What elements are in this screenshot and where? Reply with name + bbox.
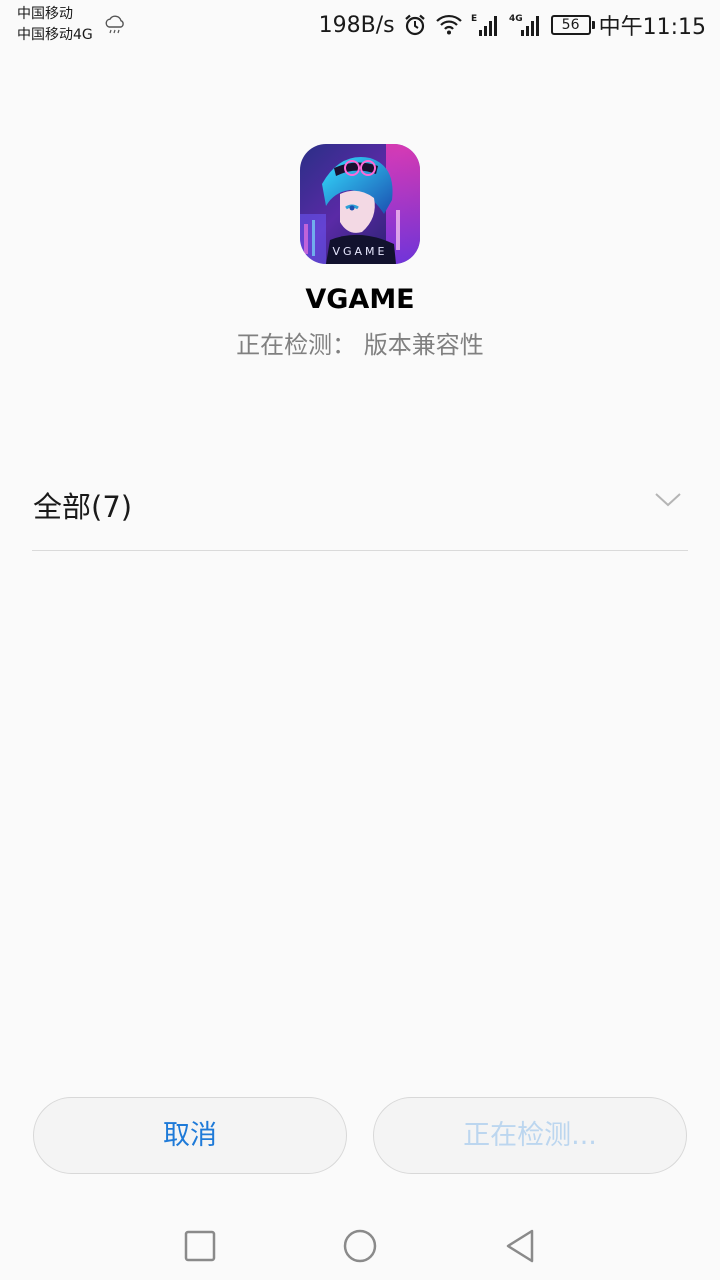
detecting-button[interactable]: 正在检测... (373, 1097, 687, 1174)
carrier-secondary: 中国移动4G (17, 27, 93, 43)
svg-text:VGAME: VGAME (332, 245, 387, 258)
wifi-icon (435, 14, 462, 35)
install-check-screen: 中国移动 中国移动4G 198B/s E 4G 56 中午11:15 VGAME… (0, 0, 720, 1280)
all-items-label: 全部(7) (33, 490, 133, 524)
signal-4g-icon: 4G (509, 14, 539, 36)
circle-home-icon[interactable] (340, 1226, 380, 1266)
battery-level: 56 (561, 17, 580, 33)
status-time: 中午11:15 (598, 15, 706, 40)
status-right-group: 198B/s E 4G 56 中午11:15 (319, 9, 706, 41)
detection-status-text: 正在检测： 版本兼容性 (236, 331, 484, 359)
carrier-primary: 中国移动 (17, 6, 73, 22)
svg-text:4G: 4G (509, 14, 523, 24)
triangle-back-icon[interactable] (500, 1226, 540, 1266)
signal-strength-icon: E (471, 14, 497, 36)
navigation-bar (0, 1210, 720, 1280)
battery-indicator: 56 (550, 15, 595, 35)
svg-text:E: E (471, 14, 477, 24)
vgame-app-icon: VGAME (300, 144, 420, 264)
status-bar: 中国移动 中国移动4G 198B/s E 4G 56 中午11:15 (0, 0, 720, 50)
alarm-clock-icon (404, 14, 425, 36)
app-name: VGAME (305, 284, 415, 315)
all-items-expander[interactable]: 全部(7) (32, 456, 688, 551)
chevron-down-icon (655, 493, 681, 507)
cloud-rain-icon (105, 15, 124, 34)
cancel-button[interactable]: 取消 (33, 1097, 347, 1174)
network-speed: 198B/s (318, 12, 395, 38)
square-recent-apps-icon[interactable] (180, 1226, 220, 1266)
